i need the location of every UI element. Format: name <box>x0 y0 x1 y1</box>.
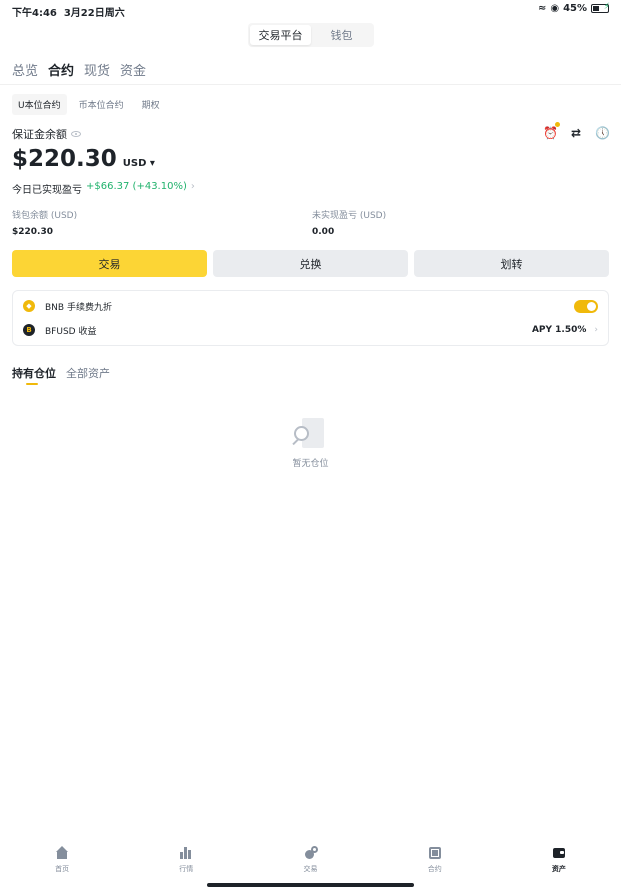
trade-button[interactable]: 交易 <box>12 250 207 277</box>
tab-overview[interactable]: 总览 <box>12 60 38 79</box>
unrealized-pnl-stat: 未实现盈亏 (USD) 0.00 <box>312 208 386 237</box>
wallet-balance-value: $220.30 <box>12 227 53 237</box>
sub-tab-usdm[interactable]: U本位合约 <box>12 94 67 115</box>
bnb-fee-row: ◆ BNB 手续费九折 <box>23 298 598 314</box>
markets-icon <box>179 846 193 860</box>
bottom-nav: 首页 行情 交易 合约 资产 <box>0 846 621 880</box>
apy-value: APY 1.50% › <box>531 325 598 335</box>
bfusd-row[interactable]: B BFUSD 收益 APY 1.50% › <box>23 322 598 338</box>
currency-selector[interactable]: USD ▾ <box>123 158 155 169</box>
active-tab-indicator <box>26 383 38 385</box>
sub-tab-coinm[interactable]: 币本位合约 <box>73 94 130 115</box>
empty-search-icon <box>292 418 326 450</box>
wallet-balance-label: 钱包余额 (USD) <box>12 211 78 221</box>
positions-tabs: 持有仓位 全部资产 <box>12 365 110 381</box>
notification-dot <box>555 122 560 127</box>
tab-funding[interactable]: 资金 <box>120 60 146 79</box>
today-pnl-row[interactable]: 今日已实现盈亏 +$66.37 (+43.10%) › <box>12 181 195 196</box>
pnl-value: +$66.37 (+43.10%) <box>86 181 187 192</box>
tab-open-positions[interactable]: 持有仓位 <box>12 365 56 381</box>
chevron-right-icon: › <box>190 181 195 192</box>
futures-icon <box>428 846 442 860</box>
alarm-clock-icon[interactable]: ⏰ <box>543 122 560 140</box>
segment-wallet[interactable]: 钱包 <box>311 25 372 45</box>
nav-markets-label: 行情 <box>179 865 194 873</box>
fee-yield-card: ◆ BNB 手续费九折 B BFUSD 收益 APY 1.50% › <box>12 290 609 346</box>
swap-icon[interactable]: ⇄ <box>569 126 583 140</box>
nav-markets[interactable]: 行情 <box>124 846 248 880</box>
battery-percent: 45% <box>563 3 587 14</box>
history-icon[interactable]: 🕔 <box>595 126 610 140</box>
tab-futures[interactable]: 合约 <box>48 60 74 79</box>
bnb-fee-toggle[interactable] <box>574 299 598 313</box>
nav-assets[interactable]: 资产 <box>497 846 621 880</box>
toggle-knob <box>587 301 596 311</box>
margin-balance-text: 保证金余额 <box>12 128 67 141</box>
nav-assets-label: 资产 <box>551 865 566 873</box>
nav-home-label: 首页 <box>55 865 70 873</box>
nav-futures-label: 合约 <box>427 865 442 873</box>
sub-tab-options[interactable]: 期权 <box>136 94 166 115</box>
eye-icon[interactable] <box>71 131 81 137</box>
status-right: ≈ ◉ 45% ⚡ <box>537 2 610 14</box>
bnb-coin-icon: ◆ <box>23 300 35 312</box>
status-time: 下午4:46 3月22日周六 <box>12 8 125 19</box>
nav-futures[interactable]: 合约 <box>373 846 497 880</box>
wallet-balance-stat: 钱包余额 (USD) $220.30 <box>12 208 77 237</box>
transfer-button[interactable]: 划转 <box>414 250 609 277</box>
empty-state-text: 暂无仓位 <box>292 459 329 469</box>
wallet-icon <box>552 846 566 860</box>
battery-icon: ⚡ <box>591 2 610 13</box>
home-indicator[interactable] <box>207 883 414 887</box>
main-tabs: 总览 合约 现货 资金 <box>12 60 146 79</box>
unrealized-pnl-value: 0.00 <box>312 227 335 237</box>
tab-all-assets[interactable]: 全部资产 <box>66 365 110 381</box>
segment-trading-platform[interactable]: 交易平台 <box>250 25 311 45</box>
home-icon <box>55 846 69 860</box>
tab-spot[interactable]: 现货 <box>84 60 110 79</box>
pnl-label: 今日已实现盈亏 <box>12 185 82 196</box>
status-bar: 下午4:46 3月22日周六 ≈ ◉ 45% ⚡ <box>0 0 621 19</box>
battery-fill <box>593 6 600 11</box>
nav-home[interactable]: 首页 <box>0 846 124 880</box>
action-buttons: 交易 兑换 划转 <box>12 250 609 277</box>
balance-amount: $220.30 <box>12 146 117 172</box>
bnb-fee-label: BNB 手续费九折 <box>45 302 112 313</box>
margin-balance-label: 保证金余额 <box>12 126 81 142</box>
trade-icon <box>304 846 318 860</box>
nav-trade[interactable]: 交易 <box>248 846 372 880</box>
chevron-right-icon: › <box>594 325 598 335</box>
unrealized-pnl-label: 未实现盈亏 (USD) <box>312 211 387 221</box>
platform-segment-control: 交易平台 钱包 <box>248 23 374 47</box>
bfusd-coin-icon: B <box>23 324 35 336</box>
futures-sub-tabs: U本位合约 币本位合约 期权 <box>12 94 166 115</box>
wifi-icon: ≈ <box>537 3 547 14</box>
balance-row: $220.30 USD ▾ <box>12 146 155 172</box>
tabs-divider <box>0 84 621 85</box>
convert-button[interactable]: 兑换 <box>213 250 408 277</box>
lock-rotation-icon: ◉ <box>550 3 560 14</box>
header-actions: ⏰ ⇄ 🕔 <box>543 122 610 140</box>
nav-trade-label: 交易 <box>303 865 318 873</box>
bfusd-label: BFUSD 收益 <box>45 326 97 337</box>
